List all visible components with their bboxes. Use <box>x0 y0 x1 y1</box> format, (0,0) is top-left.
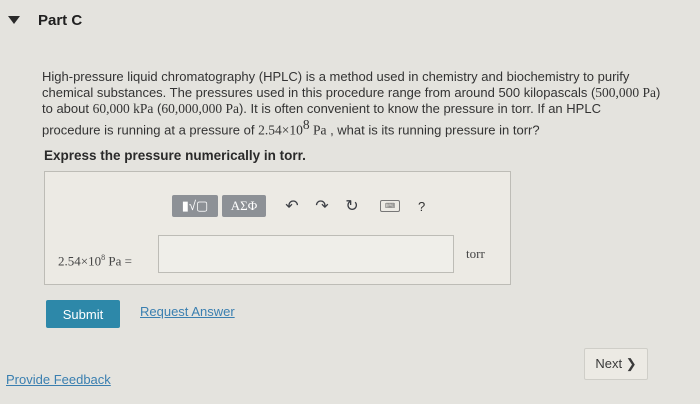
undo-icon[interactable]: ↶ <box>284 196 300 216</box>
answer-input[interactable] <box>158 235 454 273</box>
question-line: procedure is running at a pressure of 2.… <box>42 117 540 138</box>
submit-button[interactable]: Submit <box>46 300 120 328</box>
request-answer-link[interactable]: Request Answer <box>140 304 235 319</box>
provide-feedback-link[interactable]: Provide Feedback <box>6 372 111 387</box>
question-line: High-pressure liquid chromatography (HPL… <box>42 69 630 84</box>
question-text: High-pressure liquid chromatography (HPL… <box>42 69 672 138</box>
part-header[interactable]: Part C <box>8 8 82 32</box>
templates-button[interactable]: ▮√▢ <box>172 195 218 217</box>
question-line: to about 60,000 kPa (60,000,000 Pa). It … <box>42 101 601 116</box>
unit-label: torr <box>466 246 485 261</box>
part-title: Part C <box>38 11 83 29</box>
collapse-caret-icon[interactable] <box>8 16 20 24</box>
instruction-text: Express the pressure numerically in torr… <box>44 148 306 163</box>
reset-icon[interactable]: ↻ <box>344 196 360 216</box>
greek-symbols-button[interactable]: ΑΣΦ <box>222 195 266 217</box>
next-button[interactable]: Next ❯ <box>584 348 648 380</box>
help-button[interactable]: ? <box>418 199 425 214</box>
math-toolbar: ▮√▢ ΑΣΦ ↶ ↷ ↻ ⌨ ? <box>172 195 425 217</box>
redo-icon[interactable]: ↷ <box>314 196 330 216</box>
answer-expression: 2.54×108 Pa = <box>58 253 132 269</box>
question-line: chemical substances. The pressures used … <box>42 85 661 100</box>
keyboard-icon[interactable]: ⌨ <box>380 200 400 212</box>
